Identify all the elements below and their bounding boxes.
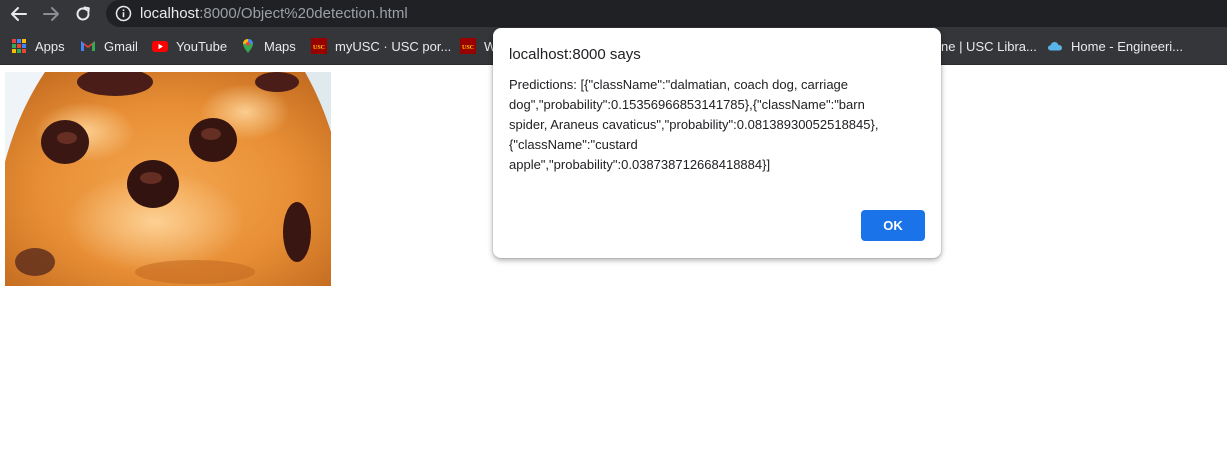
bookmark-label: Maps bbox=[264, 38, 296, 54]
url-text[interactable]: localhost:8000/Object%20detection.html bbox=[140, 5, 408, 22]
dialog-message-line: spider, Araneus cavaticus","probability"… bbox=[509, 117, 879, 132]
back-button[interactable] bbox=[8, 4, 30, 24]
gmail-icon bbox=[81, 41, 95, 51]
reload-icon bbox=[76, 6, 90, 21]
apps-grid-icon bbox=[12, 39, 26, 53]
url-host: localhost bbox=[140, 5, 200, 22]
dialog-message: Predictions: [{"className":"dalmatian, c… bbox=[509, 75, 919, 175]
bookmark-usc-library[interactable]: ne | USC Libra... bbox=[941, 28, 1037, 64]
svg-text:USC: USC bbox=[462, 45, 474, 51]
dialog-message-line: dog","probability":0.15356966853141785},… bbox=[509, 97, 865, 112]
arrow-left-icon bbox=[11, 7, 27, 21]
youtube-icon bbox=[152, 41, 168, 52]
bookmark-label: ne | USC Libra... bbox=[941, 38, 1037, 54]
bookmark-usc-w[interactable]: USC W bbox=[460, 28, 496, 64]
bookmark-myusc[interactable]: USC myUSC · USC por... bbox=[311, 28, 451, 64]
dialog-message-line: {"className":"custard bbox=[509, 137, 638, 152]
bookmark-label: YouTube bbox=[176, 38, 228, 54]
dialog-message-line: Predictions: [{"className":"dalmatian, c… bbox=[509, 77, 849, 92]
svg-text:USC: USC bbox=[313, 45, 325, 51]
reload-button[interactable] bbox=[72, 4, 94, 24]
muffin-image bbox=[5, 72, 331, 286]
usc-icon: USC bbox=[460, 38, 476, 54]
cloud-icon bbox=[1048, 42, 1062, 51]
maps-icon bbox=[243, 39, 253, 53]
bookmark-youtube[interactable]: YouTube bbox=[152, 28, 227, 64]
url-path: :8000/Object%20detection.html bbox=[199, 5, 408, 22]
bookmark-label: Apps bbox=[35, 38, 65, 54]
info-icon[interactable] bbox=[115, 5, 132, 22]
muffin-photo bbox=[5, 72, 331, 286]
usc-icon: USC bbox=[311, 38, 327, 54]
bookmark-apps[interactable]: Apps bbox=[11, 28, 65, 64]
bookmark-gmail[interactable]: Gmail bbox=[80, 28, 138, 64]
arrow-right-icon bbox=[43, 7, 59, 21]
forward-button[interactable] bbox=[40, 4, 62, 24]
dialog-message-line: apple","probability":0.03873871266841888… bbox=[509, 157, 771, 172]
ok-button[interactable]: OK bbox=[861, 210, 925, 241]
bookmark-label: Home - Engineeri... bbox=[1071, 38, 1183, 54]
dialog-title: localhost:8000 says bbox=[509, 46, 641, 63]
bookmark-label: Gmail bbox=[104, 38, 138, 54]
bookmark-home-engineering[interactable]: Home - Engineeri... bbox=[1047, 28, 1183, 64]
bookmark-label: myUSC · USC por... bbox=[335, 38, 452, 54]
browser-toolbar: localhost:8000/Object%20detection.html bbox=[0, 0, 1227, 28]
address-bar[interactable]: localhost:8000/Object%20detection.html bbox=[106, 0, 1227, 27]
alert-dialog: localhost:8000 says Predictions: [{"clas… bbox=[493, 28, 941, 258]
bookmark-maps[interactable]: Maps bbox=[240, 28, 296, 64]
